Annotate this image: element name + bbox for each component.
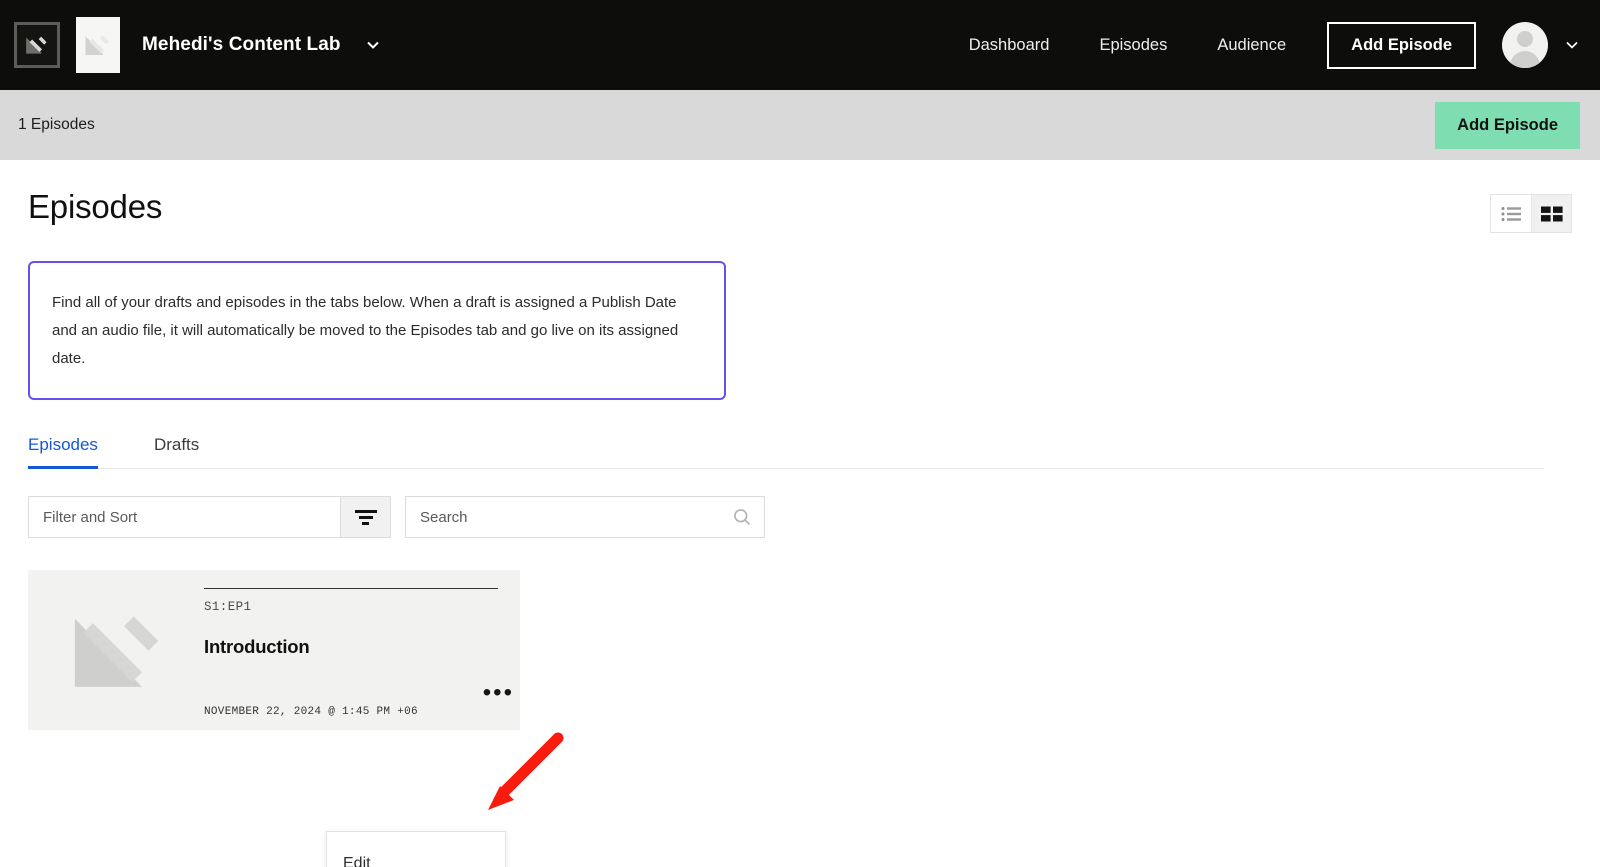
search-icon[interactable] [732,507,752,527]
tab-drafts[interactable]: Drafts [154,435,199,468]
main-content: Episodes Find all of your drafts and epi… [0,160,1600,867]
episode-count-label: 1 Episodes [18,116,95,133]
page-title: Episodes [28,188,163,225]
filter-and-sort-group [28,496,391,539]
tab-bar: Episodes Drafts [28,435,1543,470]
list-view-button[interactable] [1491,195,1531,232]
broken-image-icon [85,35,110,55]
brand-group[interactable]: Mehedi's Content Lab [14,17,383,73]
search-group [405,496,765,539]
filter-button[interactable] [340,497,390,538]
card-divider [204,588,498,590]
episode-context-menu: Edit Details & Sharing Duplicate Episode [326,831,506,867]
nav-link-audience[interactable]: Audience [1192,36,1311,55]
menu-item-edit[interactable]: Edit [327,844,505,867]
top-navigation-bar: Mehedi's Content Lab Dashboard Episodes … [0,0,1600,90]
filter-and-sort-input[interactable] [29,497,340,538]
filter-funnel-icon [354,509,377,525]
chevron-down-icon[interactable] [1562,35,1582,55]
episode-card-body: S1:EP1 Introduction NOVEMBER 22, 2024 @ … [204,570,520,730]
grid-view-icon [1540,206,1563,221]
subheader-bar: 1 Episodes Add Episode [0,90,1600,160]
nav-link-dashboard[interactable]: Dashboard [944,36,1075,55]
episode-menu-button[interactable]: ••• [483,681,514,705]
tab-episodes[interactable]: Episodes [28,435,98,470]
add-episode-nav-button[interactable]: Add Episode [1327,21,1476,69]
logo-framed[interactable] [14,22,60,68]
broken-image-icon [74,616,159,688]
logo-plain[interactable] [76,17,120,73]
list-view-icon [1501,206,1521,221]
add-episode-button[interactable]: Add Episode [1435,101,1580,149]
red-arrow-icon [488,732,564,810]
controls-row [28,496,1572,539]
broken-image-icon [26,36,47,54]
brand-title: Mehedi's Content Lab [142,34,341,55]
grid-view-button[interactable] [1531,195,1571,232]
nav-link-episodes[interactable]: Episodes [1074,36,1192,55]
episode-title[interactable]: Introduction [204,636,498,658]
episode-card[interactable]: S1:EP1 Introduction NOVEMBER 22, 2024 @ … [28,570,520,731]
season-episode-label: S1:EP1 [204,600,252,615]
view-toggle-group [1490,194,1572,233]
chevron-down-icon[interactable] [363,35,383,55]
info-banner-text: Find all of your drafts and episodes in … [52,294,679,367]
info-banner: Find all of your drafts and episodes in … [28,261,726,401]
title-row: Episodes [28,160,1572,233]
avatar[interactable] [1502,22,1548,68]
search-input[interactable] [420,508,732,526]
episode-thumbnail [28,570,204,730]
episode-publish-date: NOVEMBER 22, 2024 @ 1:45 PM +06 [204,706,418,719]
top-nav-right: Dashboard Episodes Audience Add Episode [944,21,1582,69]
